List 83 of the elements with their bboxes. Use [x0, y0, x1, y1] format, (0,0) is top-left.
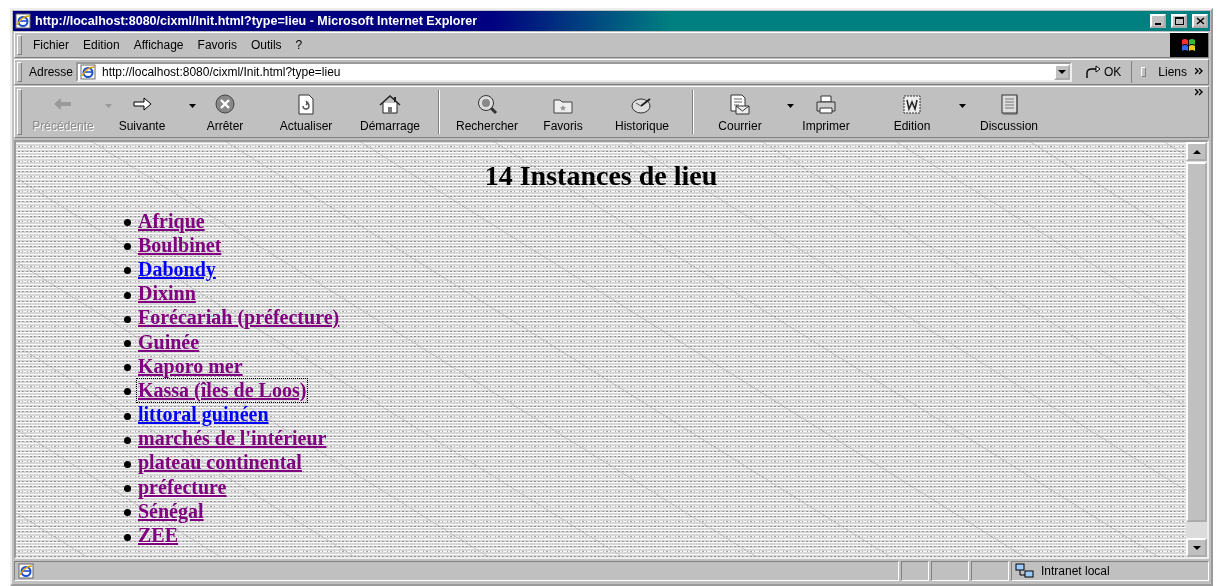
bullet: [124, 388, 131, 396]
place-link[interactable]: Forécariah (préfecture): [137, 306, 341, 330]
close-button[interactable]: [1192, 14, 1208, 28]
caret-icon: [959, 104, 966, 108]
place-link[interactable]: Kaporo mer: [137, 354, 244, 378]
magnifier-globe-icon: [475, 93, 499, 115]
down-arrow-icon: [1192, 545, 1201, 550]
dropdown-button[interactable]: [1053, 64, 1070, 80]
place-link[interactable]: Boulbinet: [137, 233, 223, 257]
status-panel: [931, 561, 969, 581]
toolbar-button[interactable]: Edition: [870, 87, 954, 137]
place-link[interactable]: marchés de l'intérieur: [137, 427, 328, 451]
network-computers-icon: [1015, 563, 1035, 579]
menu-item[interactable]: Affichage: [126, 36, 191, 54]
browser-page-icon: [80, 64, 97, 80]
caret-icon: [105, 104, 112, 108]
bullet: [124, 291, 131, 299]
toolbar-button[interactable]: Rechercher: [444, 87, 530, 137]
go-button[interactable]: OK: [1074, 61, 1133, 83]
place-link[interactable]: Dabondy: [137, 257, 217, 281]
toolbar-button[interactable]: Arrêter: [184, 87, 266, 137]
printer-icon: [814, 93, 838, 115]
place-link[interactable]: préfecture: [137, 475, 228, 499]
bullet: [124, 364, 131, 372]
toolbar-button[interactable]: Favoris: [530, 87, 596, 137]
bullet: [124, 315, 131, 323]
place-link[interactable]: Sénégal: [137, 499, 205, 523]
toolbar-button[interactable]: Imprimer: [782, 87, 870, 137]
minimize-button[interactable]: [1150, 14, 1166, 28]
toolbar-button[interactable]: Suivante: [100, 87, 184, 137]
zone-label: Intranet local: [1041, 564, 1110, 578]
caret-icon: [1057, 70, 1066, 74]
toolbar-button[interactable]: Démarrage: [346, 87, 434, 137]
bullet: [124, 412, 131, 420]
bullet: [124, 219, 131, 227]
document-letter-icon: [900, 93, 924, 115]
bullet: [124, 485, 131, 493]
place-link[interactable]: ZEE: [137, 524, 180, 548]
place-link[interactable]: Afrique: [137, 209, 206, 233]
caret-icon: [787, 104, 794, 108]
status-panel: [971, 561, 1009, 581]
place-link[interactable]: littoral guinéen: [137, 403, 270, 427]
chevron-icon: [1195, 68, 1204, 76]
menu-item[interactable]: ?: [288, 36, 310, 54]
page-heading: 14 Instances de lieu: [483, 160, 719, 192]
links-label[interactable]: Liens: [1158, 65, 1187, 79]
close-icon: [1195, 17, 1205, 25]
toolbar-button[interactable]: Discussion: [954, 87, 1064, 137]
bullet: [124, 267, 131, 275]
toolbar-button[interactable]: Historique: [596, 87, 688, 137]
menu-item[interactable]: Fichier: [26, 36, 76, 54]
maximize-icon: [1174, 17, 1184, 25]
bullet: [124, 533, 131, 541]
menu-item[interactable]: Favoris: [190, 36, 244, 54]
toolbar-button[interactable]: Actualiser: [266, 87, 346, 137]
browser-page-icon: [15, 13, 31, 29]
house-icon: [378, 93, 402, 115]
browser-page-icon: [18, 563, 34, 579]
place-link[interactable]: Kassa (îles de Loos): [137, 378, 308, 402]
curved-arrow-icon: [1084, 65, 1101, 79]
place-link[interactable]: plateau continental: [137, 451, 303, 475]
caret-icon: [189, 104, 196, 108]
window-title: http://localhost:8080/cixml/Init.html?type=lieu - Microsoft Internet Explorer: [35, 14, 479, 28]
status-panel: [901, 561, 929, 581]
menu-item[interactable]: Outils: [243, 36, 289, 54]
toolbar-button[interactable]: Courrier: [698, 87, 782, 137]
address-label: Adresse: [29, 65, 74, 79]
bullet: [124, 243, 131, 251]
bullet: [124, 460, 131, 468]
place-link[interactable]: Guinée: [137, 330, 201, 354]
chevron-icon: [1195, 89, 1204, 97]
bullet: [124, 340, 131, 348]
maximize-button[interactable]: [1171, 14, 1187, 28]
scrollbar[interactable]: [1186, 142, 1207, 557]
windows-logo: [1170, 33, 1208, 57]
envelope-document-icon: [728, 93, 752, 115]
bullet: [124, 509, 131, 517]
up-arrow-icon: [1192, 149, 1201, 154]
stop-icon: [213, 93, 237, 115]
place-link[interactable]: Dixinn: [137, 282, 197, 306]
menu-item[interactable]: Edition: [76, 36, 127, 54]
address-field[interactable]: http://localhost:8080/cixml/Init.html?type=lieu: [76, 62, 1072, 82]
bullet: [124, 436, 131, 444]
